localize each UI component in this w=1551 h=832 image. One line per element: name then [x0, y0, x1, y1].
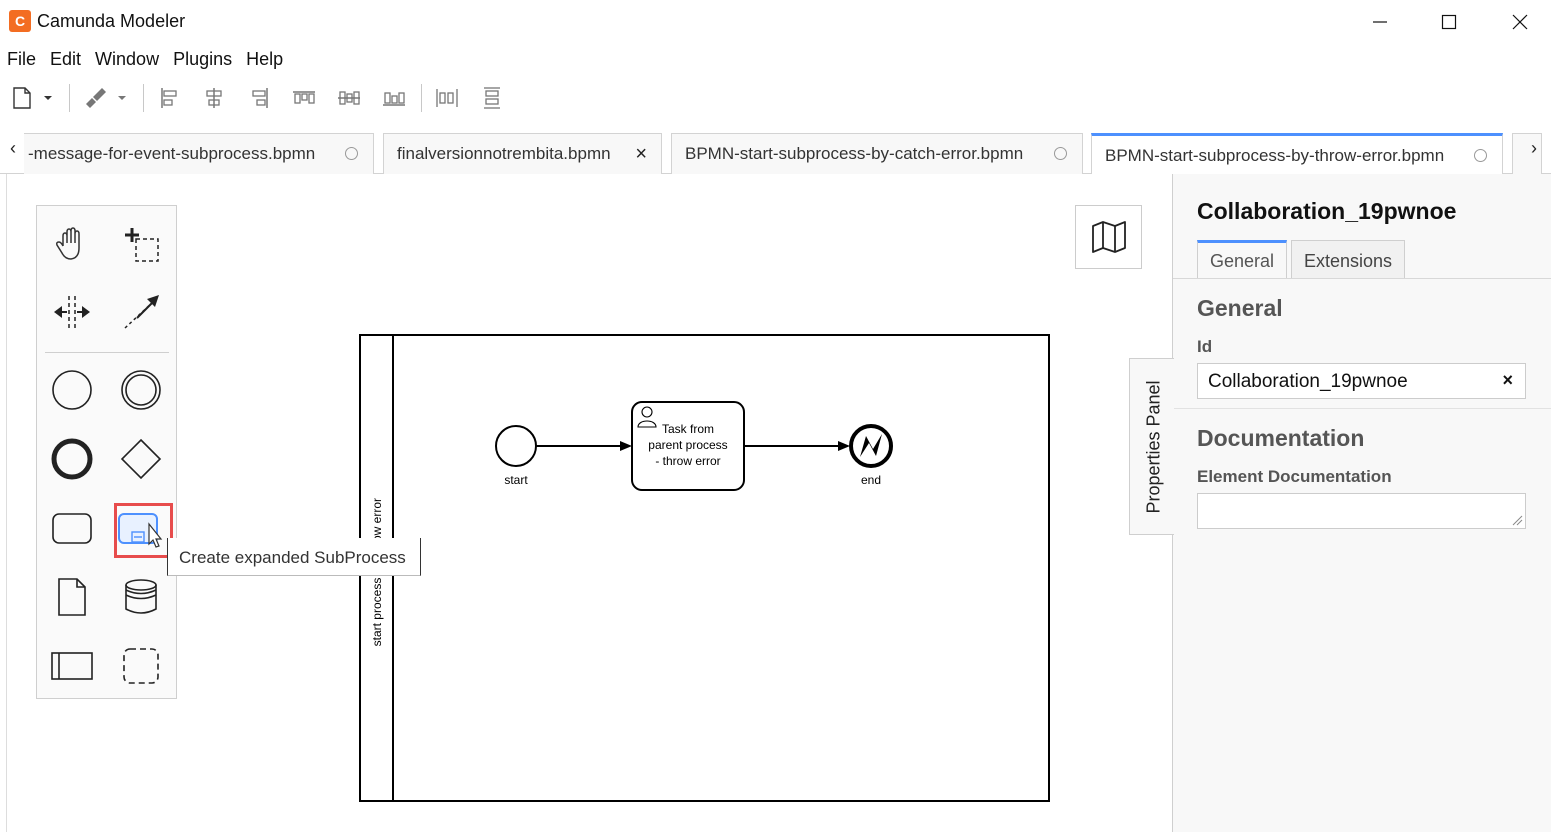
create-data-store-button[interactable]: [111, 567, 171, 627]
close-icon: [1512, 14, 1528, 30]
space-tool-icon: [54, 296, 90, 328]
group-title-documentation: Documentation: [1197, 425, 1365, 451]
properties-tabs-divider: [1173, 278, 1551, 279]
group-icon: [123, 648, 159, 684]
arrowhead-icon: [838, 441, 850, 451]
pool-icon: [51, 652, 93, 680]
group-divider: [1173, 408, 1551, 409]
end-event-label: end: [861, 473, 881, 487]
task-label-line: - throw error: [655, 454, 720, 468]
minimize-icon: [1373, 21, 1387, 23]
id-label: Id: [1197, 337, 1213, 356]
tab-overflow[interactable]: [1512, 133, 1542, 174]
lasso-tool-button[interactable]: [111, 214, 171, 274]
lasso-icon: [125, 228, 159, 262]
space-tool-button[interactable]: [42, 282, 102, 342]
create-group-button[interactable]: [111, 636, 171, 696]
start-event-icon: [52, 370, 92, 410]
intermediate-event-icon: [121, 370, 161, 410]
create-data-object-button[interactable]: [42, 567, 102, 627]
start-event[interactable]: [495, 425, 537, 467]
close-window-button[interactable]: [1497, 6, 1543, 38]
gateway-icon: [120, 438, 162, 480]
map-icon: [1091, 221, 1126, 253]
element-documentation-textarea[interactable]: [1197, 493, 1526, 529]
create-start-event-button[interactable]: [42, 360, 102, 420]
hand-tool-button[interactable]: [42, 214, 102, 274]
properties-title: Collaboration_19pwnoe: [1197, 198, 1457, 224]
element-documentation-label: Element Documentation: [1197, 467, 1392, 486]
tool-palette: [36, 205, 177, 699]
task-label-line: parent process: [648, 438, 727, 452]
create-pool-button[interactable]: [42, 636, 102, 696]
clear-id-button[interactable]: ×: [1502, 370, 1513, 391]
task-icon: [52, 513, 92, 544]
minimap-toggle-button[interactable]: [1075, 205, 1142, 269]
end-event-icon: [51, 438, 93, 480]
palette-separator: [45, 352, 169, 353]
data-store-icon: [125, 579, 157, 614]
maximize-button[interactable]: [1426, 6, 1472, 38]
tab-extensions[interactable]: Extensions: [1291, 240, 1406, 278]
connect-arrow-icon: [124, 295, 159, 329]
tooltip: Create expanded SubProcess: [167, 538, 421, 576]
start-event-label: start: [504, 473, 528, 487]
scroll-tabs-right-button[interactable]: ›: [1531, 138, 1537, 159]
pool-label-top: ow error: [370, 498, 384, 542]
saved-status-icon: [1474, 148, 1487, 162]
minimize-button[interactable]: [1357, 6, 1403, 38]
maximize-icon: [1441, 14, 1457, 30]
create-intermediate-event-button[interactable]: [111, 360, 171, 420]
create-gateway-button[interactable]: [111, 429, 171, 489]
resize-handle-icon: [1512, 515, 1523, 526]
palette-item-highlight: [114, 503, 173, 558]
create-task-button[interactable]: [42, 498, 102, 558]
pool-label-bottom: start process: [370, 578, 384, 647]
create-end-event-button[interactable]: [42, 429, 102, 489]
properties-panel-toggle[interactable]: Properties Panel: [1129, 358, 1174, 535]
arrowhead-icon: [620, 441, 632, 451]
global-connect-tool-button[interactable]: [111, 282, 171, 342]
data-object-icon: [58, 578, 86, 616]
properties-panel-toggle-label: Properties Panel: [1143, 380, 1164, 514]
hand-icon: [56, 227, 80, 260]
task-label-line: Task from: [662, 422, 714, 436]
id-input-value: Collaboration_19pwnoe: [1208, 371, 1408, 392]
properties-panel: Collaboration_19pwnoe General Extensions…: [1172, 174, 1551, 832]
group-title-general: General: [1197, 295, 1283, 321]
id-input[interactable]: Collaboration_19pwnoe ×: [1197, 363, 1526, 399]
tab-general[interactable]: General: [1197, 240, 1288, 278]
